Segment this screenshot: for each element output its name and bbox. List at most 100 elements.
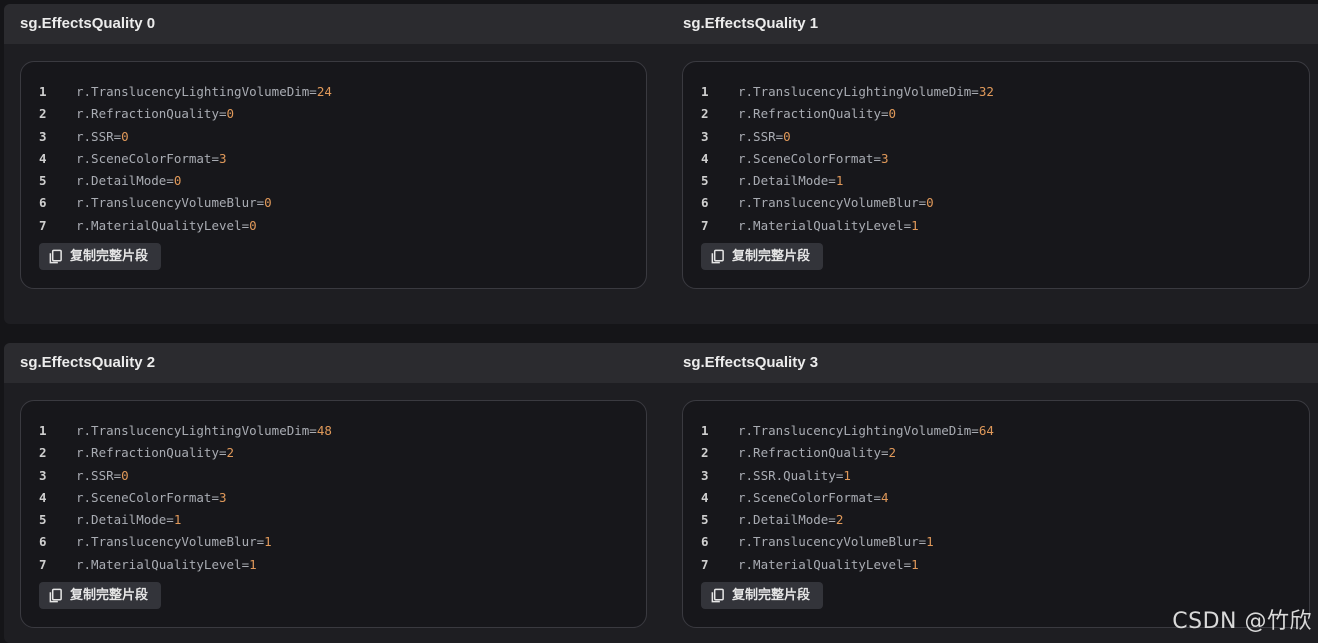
cvar-name: r.TranslucencyLightingVolumeDim= [76, 84, 317, 99]
copy-button-label: 复制完整片段 [70, 249, 149, 264]
cvar-value: 1 [264, 534, 272, 550]
line-number: 4 [39, 489, 47, 505]
cvar-name: r.SceneColorFormat= [738, 489, 881, 505]
line-number: 2 [39, 445, 47, 461]
table-header: sg.EffectsQuality 0 sg.EffectsQuality 1 [4, 4, 1318, 44]
cvar-value: 1 [843, 467, 851, 483]
code-line: 7 r.MaterialQualityLevel=1 [683, 554, 1309, 576]
cvar-setting: r.TranslucencyLightingVolumeDim=32 [738, 81, 994, 103]
copy-icon [49, 588, 62, 603]
cvar-setting: r.TranslucencyLightingVolumeDim=24 [76, 81, 332, 103]
line-number: 7 [39, 217, 47, 233]
cvar-value: 0 [249, 217, 257, 233]
cvar-setting: r.SceneColorFormat=3 [76, 487, 227, 509]
cvar-value: 2 [835, 512, 844, 528]
cvar-setting: r.DetailMode=1 [738, 170, 843, 192]
cvar-name: r.DetailMode= [76, 512, 174, 528]
cvar-value: 48 [316, 423, 332, 438]
code-line: 6 r.TranslucencyVolumeBlur=0 [21, 192, 646, 214]
code-line: 5 r.DetailMode=1 [683, 170, 1309, 192]
cvar-name: r.MaterialQualityLevel= [738, 556, 912, 572]
cvar-name: r.SceneColorFormat= [76, 150, 219, 166]
code-line: 5 r.DetailMode=0 [21, 170, 646, 192]
code-block-effects-quality-1: 1 r.TranslucencyLightingVolumeDim=32 2 r.Re… [682, 61, 1310, 289]
code-line: 1 r.TranslucencyLightingVolumeDim=48 [21, 420, 646, 442]
cvar-setting: r.MaterialQualityLevel=1 [76, 554, 257, 576]
cvar-value: 3 [881, 150, 889, 166]
copy-snippet-button[interactable]: 复制完整片段 [701, 582, 823, 609]
cvar-name: r.SSR= [76, 128, 122, 144]
code-line: 4 r.SceneColorFormat=4 [683, 487, 1309, 509]
copy-snippet-button[interactable]: 复制完整片段 [701, 243, 823, 270]
cvar-name: r.TranslucencyLightingVolumeDim= [76, 423, 317, 438]
cvar-name: r.TranslucencyVolumeBlur= [76, 195, 265, 211]
cvar-value: 1 [926, 534, 934, 550]
code-lines: 1 r.TranslucencyLightingVolumeDim=48 2 r.Re… [21, 420, 646, 576]
code-block-effects-quality-0: 1 r.TranslucencyLightingVolumeDim=24 2 r.Re… [20, 61, 647, 289]
cvar-setting: r.SceneColorFormat=3 [738, 148, 889, 170]
code-line: 7 r.MaterialQualityLevel=1 [21, 554, 646, 576]
cvar-name: r.TranslucencyVolumeBlur= [738, 195, 927, 211]
cvar-setting: r.SSR=0 [738, 126, 791, 148]
cvar-name: r.MaterialQualityLevel= [738, 217, 912, 233]
cvar-name: r.RefractionQuality= [76, 106, 227, 122]
code-line: 5 r.DetailMode=2 [683, 509, 1309, 531]
cvar-setting: r.SSR=0 [76, 126, 129, 148]
cvar-name: r.MaterialQualityLevel= [76, 217, 250, 233]
cvar-value: 0 [121, 467, 129, 483]
cvar-name: r.MaterialQualityLevel= [76, 556, 250, 572]
copy-button-label: 复制完整片段 [732, 588, 811, 603]
line-number: 5 [701, 173, 709, 189]
cvar-value: 1 [249, 556, 257, 572]
cvar-setting: r.DetailMode=2 [738, 509, 843, 531]
cvar-value: 0 [926, 195, 934, 211]
line-number: 5 [701, 512, 709, 528]
line-number: 1 [39, 423, 47, 438]
code-line: 1 r.TranslucencyLightingVolumeDim=24 [21, 81, 646, 103]
line-number: 6 [39, 195, 47, 211]
code-line: 4 r.SceneColorFormat=3 [21, 148, 646, 170]
copy-icon [49, 249, 62, 264]
cvar-value: 2 [888, 445, 897, 461]
cvar-value: 1 [911, 217, 919, 233]
cvar-setting: r.MaterialQualityLevel=0 [76, 215, 257, 237]
cvar-value: 0 [264, 195, 272, 211]
copy-button-label: 复制完整片段 [70, 588, 149, 603]
cvar-setting: r.RefractionQuality=0 [738, 103, 896, 125]
code-line: 2 r.RefractionQuality=2 [21, 442, 646, 464]
table-header: sg.EffectsQuality 2 sg.EffectsQuality 3 [4, 343, 1318, 383]
line-number: 4 [39, 150, 47, 166]
line-number: 1 [39, 84, 47, 99]
cvar-name: r.SceneColorFormat= [738, 150, 881, 166]
cvar-name: r.DetailMode= [738, 173, 836, 189]
cvar-name: r.TranslucencyVolumeBlur= [738, 534, 927, 550]
code-line: 3 r.SSR=0 [21, 465, 646, 487]
cvar-value: 2 [226, 445, 235, 461]
copy-icon [711, 249, 724, 264]
cvar-value: 64 [978, 423, 994, 438]
line-number: 2 [701, 445, 709, 461]
cvar-setting: r.SceneColorFormat=3 [76, 148, 227, 170]
cvar-name: r.RefractionQuality= [738, 445, 889, 461]
line-number: 6 [701, 195, 709, 211]
code-line: 6 r.TranslucencyVolumeBlur=0 [683, 192, 1309, 214]
code-line: 3 r.SSR.Quality=1 [683, 465, 1309, 487]
line-number: 5 [39, 173, 47, 189]
cvar-value: 0 [783, 128, 791, 144]
line-number: 6 [701, 534, 709, 550]
cvar-setting: r.TranslucencyLightingVolumeDim=48 [76, 420, 332, 442]
cvar-setting: r.TranslucencyVolumeBlur=1 [738, 531, 934, 553]
cvar-value: 0 [888, 106, 897, 122]
code-line: 2 r.RefractionQuality=0 [21, 103, 646, 125]
code-line: 1 r.TranslucencyLightingVolumeDim=32 [683, 81, 1309, 103]
code-line: 4 r.SceneColorFormat=3 [683, 148, 1309, 170]
header-effects-quality-2: sg.EffectsQuality 2 [20, 354, 156, 371]
code-line: 3 r.SSR=0 [21, 126, 646, 148]
cvar-setting: r.DetailMode=1 [76, 509, 181, 531]
code-lines: 1 r.TranslucencyLightingVolumeDim=64 2 r.Re… [683, 420, 1309, 576]
line-number: 4 [701, 150, 709, 166]
copy-snippet-button[interactable]: 复制完整片段 [39, 582, 161, 609]
copy-snippet-button[interactable]: 复制完整片段 [39, 243, 161, 270]
cvar-setting: r.TranslucencyVolumeBlur=1 [76, 531, 272, 553]
line-number: 7 [701, 556, 709, 572]
